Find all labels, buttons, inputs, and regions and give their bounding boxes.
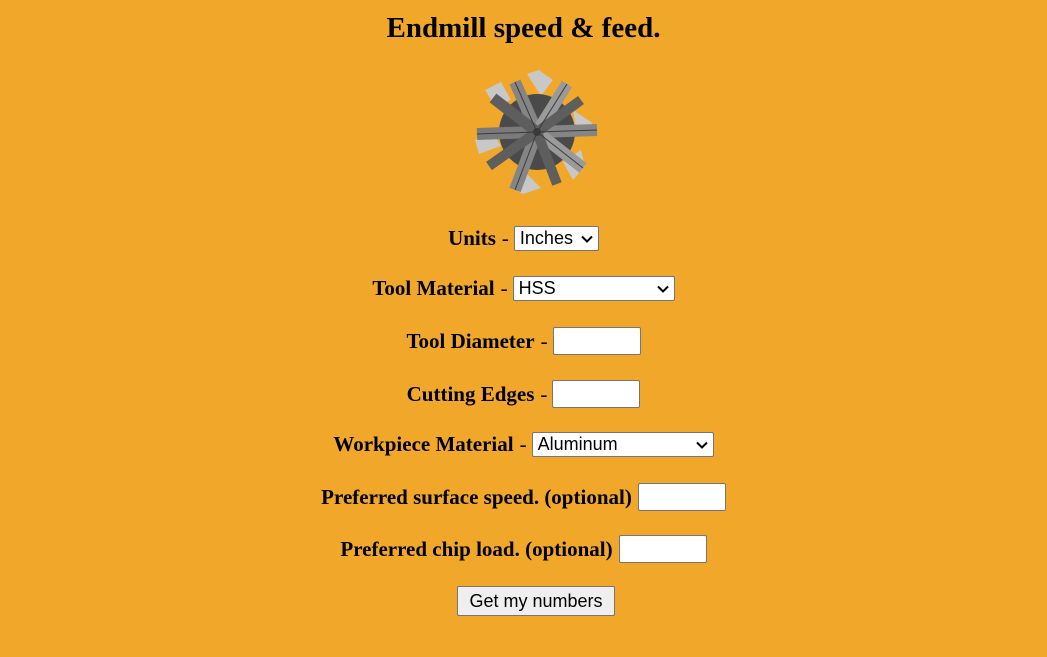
units-label: Units	[448, 226, 496, 250]
cutting-edges-label: Cutting Edges	[406, 381, 535, 406]
chip-load-input[interactable]	[618, 535, 707, 563]
tool-material-select-value: HSS	[518, 278, 556, 298]
chevron-down-icon	[656, 282, 670, 296]
workpiece-material-row: Workpiece Material - Aluminum	[0, 432, 1047, 457]
units-select-value: Inches	[519, 228, 573, 248]
tool-material-row: Tool Material - HSS	[0, 276, 1047, 301]
units-dash: -	[501, 226, 509, 250]
chevron-down-icon	[580, 232, 594, 246]
tool-diameter-input[interactable]	[552, 327, 641, 355]
units-select[interactable]: Inches	[513, 226, 599, 251]
tool-diameter-row: Tool Diameter -	[0, 327, 1047, 355]
chip-load-row: Preferred chip load. (optional)	[0, 535, 1047, 563]
tool-material-dash: -	[500, 276, 508, 300]
surface-speed-row: Preferred surface speed. (optional)	[0, 483, 1047, 511]
chip-load-label: Preferred chip load. (optional)	[340, 536, 613, 561]
cutting-edges-input[interactable]	[552, 380, 641, 408]
endmill-icon	[471, 70, 601, 196]
workpiece-material-dash: -	[519, 432, 527, 456]
cutting-edges-dash: -	[540, 381, 548, 406]
tool-material-select[interactable]: HSS	[512, 276, 675, 301]
page: Endmill speed & feed. Units - Inches Too…	[0, 0, 1047, 657]
get-numbers-button[interactable]: Get my numbers	[457, 586, 615, 616]
surface-speed-label: Preferred surface speed. (optional)	[321, 484, 632, 509]
workpiece-material-select-value: Aluminum	[537, 434, 618, 454]
tool-diameter-dash: -	[540, 328, 548, 353]
units-row: Units - Inches	[0, 226, 1047, 251]
cutting-edges-row: Cutting Edges -	[0, 380, 1047, 408]
tool-material-label: Tool Material	[372, 276, 495, 300]
tool-diameter-label: Tool Diameter	[406, 328, 535, 353]
surface-speed-input[interactable]	[637, 483, 726, 511]
chevron-down-icon	[695, 438, 709, 452]
workpiece-material-select[interactable]: Aluminum	[531, 432, 714, 457]
workpiece-material-label: Workpiece Material	[333, 432, 514, 456]
page-title: Endmill speed & feed.	[386, 12, 661, 44]
